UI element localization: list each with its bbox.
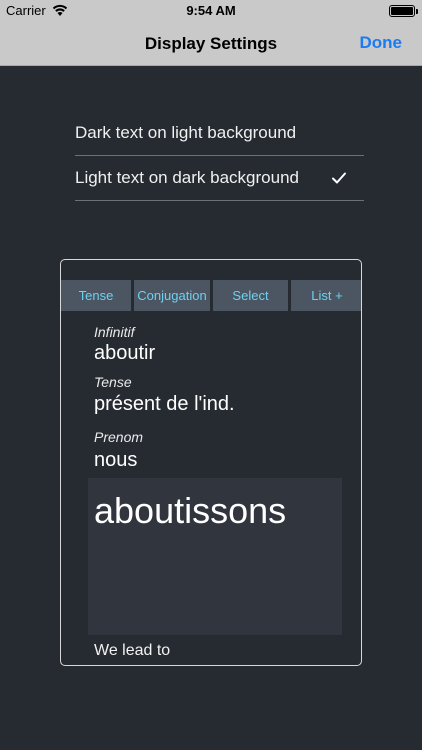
status-time: 9:54 AM	[186, 3, 236, 18]
navigation-bar: Display Settings Done	[0, 22, 422, 66]
status-bar: Carrier 9:54 AM	[0, 0, 422, 22]
battery-icon	[389, 5, 418, 17]
option-light-text-dark-bg[interactable]: Light text on dark background	[75, 156, 364, 201]
option-dark-text-light-bg[interactable]: Dark text on light background	[75, 111, 364, 156]
tab-list-plus[interactable]: List +	[291, 280, 361, 311]
preview-panel: Tense Conjugation Select List + Infiniti…	[60, 259, 362, 666]
infinitif-value: aboutir	[94, 342, 156, 364]
display-options-list: Dark text on light background Light text…	[75, 111, 364, 201]
tense-label: Tense	[94, 374, 132, 390]
conjugation-result: aboutissons	[94, 490, 287, 531]
translation-text: We lead to	[94, 642, 171, 659]
checkmark-icon	[332, 172, 346, 184]
tab-conjugation[interactable]: Conjugation	[134, 280, 210, 311]
preview-tab-bar: Tense Conjugation Select List +	[61, 280, 361, 311]
tab-select[interactable]: Select	[213, 280, 288, 311]
conjugation-result-box: aboutissons	[88, 478, 342, 635]
prenom-value: nous	[94, 449, 138, 471]
tab-tense[interactable]: Tense	[61, 280, 131, 311]
tense-value: présent de l'ind.	[94, 393, 235, 415]
prenom-label: Prenom	[94, 429, 144, 445]
option-label: Dark text on light background	[75, 123, 297, 142]
option-label: Light text on dark background	[75, 168, 299, 187]
done-button[interactable]: Done	[360, 33, 403, 53]
infinitif-label: Infinitif	[94, 324, 135, 340]
